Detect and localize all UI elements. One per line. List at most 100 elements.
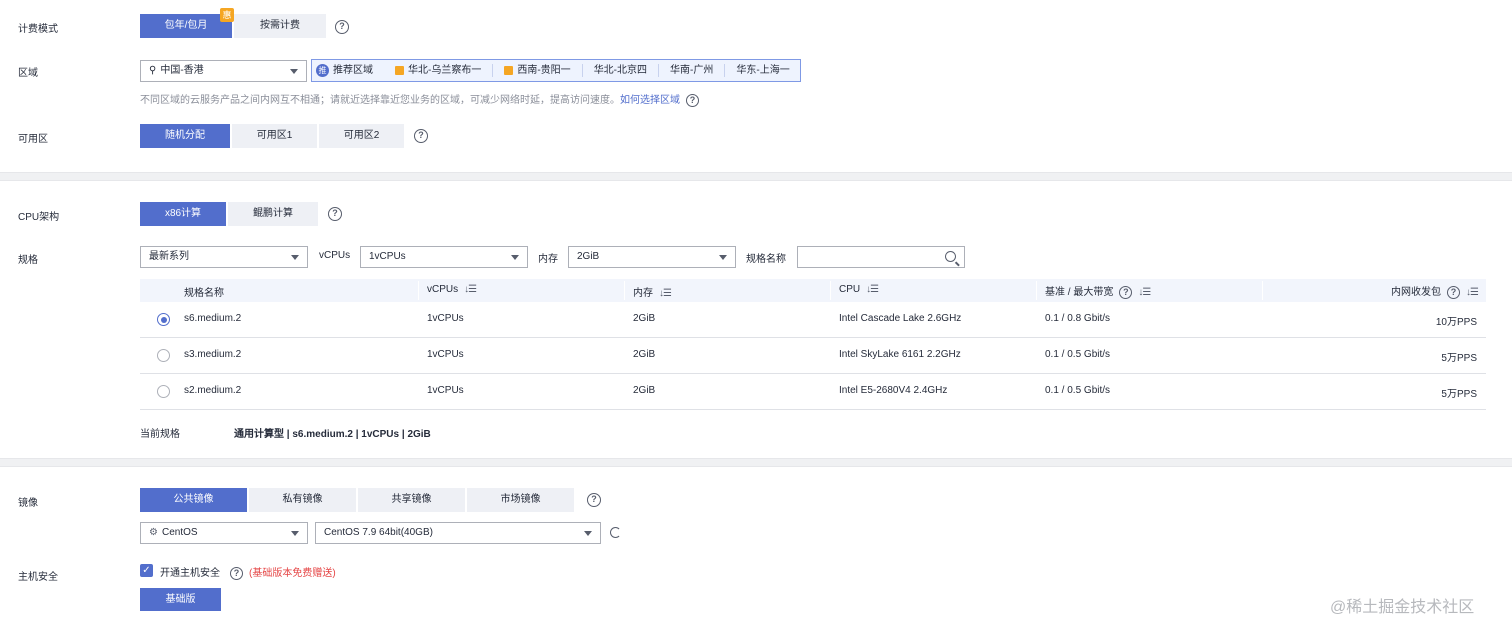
region-option-label: 华东-上海一	[736, 65, 790, 76]
cpu-arch-help-icon[interactable]: ?	[328, 207, 342, 221]
memory-select[interactable]: 2GiB	[568, 246, 736, 268]
how-to-choose-region-link[interactable]: 如何选择区域	[620, 95, 680, 106]
host-security-checkbox[interactable]: ✓	[140, 564, 153, 577]
series-select[interactable]: 最新系列	[140, 246, 308, 268]
spec-name-search-input[interactable]	[797, 246, 965, 268]
column-divider	[1036, 281, 1037, 300]
current-spec-value: 通用计算型 | s6.medium.2 | 1vCPUs | 2GiB	[234, 429, 431, 440]
section-basic: 计费模式 包年/包月 按需计费 惠 ? 区域 ⚲ 中国-香港 推 推荐区域 华北-…	[0, 0, 1512, 172]
az-help-icon[interactable]: ?	[414, 129, 428, 143]
region-option-wulanchabu[interactable]: 华北-乌兰察布一	[384, 64, 494, 77]
az-option-1[interactable]: 可用区1	[232, 124, 317, 148]
cell-memory: 2GiB	[633, 349, 656, 360]
cpu-arch-option-kunpeng[interactable]: 鲲鹏计算	[228, 202, 318, 226]
az-option-random[interactable]: 随机分配	[140, 124, 230, 148]
az-option-2[interactable]: 可用区2	[319, 124, 404, 148]
col-header-bandwidth[interactable]: 基准 / 最大带宽? ↓☰	[1045, 283, 1151, 299]
spec-name-filter-label: 规格名称	[746, 254, 786, 265]
chevron-down-icon	[291, 531, 299, 536]
table-row[interactable]: s2.medium.2 1vCPUs 2GiB Intel E5-2680V4 …	[140, 374, 1486, 410]
region-option-beijing4[interactable]: 华北-北京四	[583, 64, 660, 77]
host-security-checkbox-label[interactable]: 开通主机安全	[160, 568, 220, 579]
cell-memory: 2GiB	[633, 385, 656, 396]
pps-help-icon[interactable]: ?	[1447, 285, 1461, 299]
region-option-label: 华北-乌兰察布一	[408, 65, 482, 76]
cell-spec-name: s6.medium.2	[184, 313, 242, 324]
region-option-shanghai1[interactable]: 华东-上海一	[725, 64, 800, 77]
sort-icon[interactable]: ↓☰	[866, 284, 879, 295]
billing-option-ondemand[interactable]: 按需计费	[234, 14, 326, 38]
col-header-bandwidth-label: 基准 / 最大带宽	[1045, 287, 1114, 298]
chevron-down-icon	[290, 69, 298, 74]
cpu-arch-selector: x86计算 鲲鹏计算	[140, 202, 318, 226]
recommended-regions: 推 推荐区域 华北-乌兰察布一 西南-贵阳一 华北-北京四 华南-广州 华东-上…	[311, 59, 801, 82]
cpu-arch-label: CPU架构	[18, 212, 60, 223]
spec-radio[interactable]	[157, 385, 170, 398]
spec-radio[interactable]	[157, 349, 170, 362]
spec-radio[interactable]	[157, 313, 170, 326]
cell-bandwidth: 0.1 / 0.5 Gbit/s	[1045, 349, 1111, 360]
image-option-private[interactable]: 私有镜像	[249, 488, 356, 512]
col-header-memory[interactable]: 内存 ↓☰	[633, 284, 672, 299]
section-divider	[0, 458, 1512, 467]
cell-vcpus: 1vCPUs	[427, 349, 464, 360]
os-selected-value: CentOS	[161, 527, 198, 538]
region-option-guangzhou[interactable]: 华南-广州	[659, 64, 726, 77]
region-option-label: 华北-北京四	[593, 65, 648, 76]
table-row[interactable]: s3.medium.2 1vCPUs 2GiB Intel SkyLake 61…	[140, 338, 1486, 374]
billing-option-yearly[interactable]: 包年/包月	[140, 14, 232, 38]
sort-icon[interactable]: ↓☰	[659, 288, 672, 299]
region-option-label: 华南-广州	[670, 65, 714, 76]
sort-icon[interactable]: ↓☰	[1466, 287, 1479, 298]
image-option-public[interactable]: 公共镜像	[140, 488, 247, 512]
col-header-pps[interactable]: 内网收发包? ↓☰	[1391, 283, 1479, 299]
col-header-vcpus[interactable]: vCPUs ↓☰	[427, 284, 477, 295]
host-security-option: 开通主机安全? (基础版本免费赠送)	[160, 564, 336, 580]
basic-edition-button[interactable]: 基础版	[140, 588, 221, 611]
col-header-vcpus-label: vCPUs	[427, 284, 459, 295]
gear-icon: ⚙	[149, 527, 158, 538]
billing-help-icon[interactable]: ?	[335, 20, 349, 34]
cell-vcpus: 1vCPUs	[427, 313, 464, 324]
billing-label: 计费模式	[18, 24, 58, 35]
refresh-icon[interactable]	[610, 527, 621, 538]
table-row[interactable]: s6.medium.2 1vCPUs 2GiB Intel Cascade La…	[140, 302, 1486, 338]
os-version-select[interactable]: CentOS 7.9 64bit(40GB)	[315, 522, 601, 544]
cell-cpu: Intel Cascade Lake 2.6GHz	[839, 313, 962, 324]
current-spec: 当前规格 通用计算型 | s6.medium.2 | 1vCPUs | 2GiB	[140, 425, 431, 440]
col-header-name: 规格名称	[184, 288, 224, 299]
cell-pps: 10万PPS	[1435, 317, 1477, 328]
cell-pps: 5万PPS	[1441, 353, 1477, 364]
sort-icon[interactable]: ↓☰	[1138, 287, 1151, 298]
vcpus-select[interactable]: 1vCPUs	[360, 246, 528, 268]
image-option-shared[interactable]: 共享镜像	[358, 488, 465, 512]
region-select[interactable]: ⚲ 中国-香港	[140, 60, 307, 82]
os-select[interactable]: ⚙ CentOS	[140, 522, 308, 544]
vcpus-filter-label: vCPUs	[319, 250, 351, 261]
cpu-arch-option-x86[interactable]: x86计算	[140, 202, 226, 226]
region-help-icon[interactable]: ?	[686, 93, 699, 107]
gift-icon	[395, 66, 404, 75]
column-divider	[830, 281, 831, 300]
sort-icon[interactable]: ↓☰	[464, 284, 477, 295]
region-hint: 不同区域的云服务产品之间内网互不相通；请就近选择靠近您业务的区域，可减少网络时延…	[140, 91, 699, 107]
series-selected-value: 最新系列	[149, 251, 189, 262]
region-option-guiyang[interactable]: 西南-贵阳一	[493, 64, 583, 77]
cell-spec-name: s2.medium.2	[184, 385, 242, 396]
image-type-selector: 公共镜像 私有镜像 共享镜像 市场镜像	[140, 488, 574, 512]
gift-icon	[504, 66, 514, 75]
cell-vcpus: 1vCPUs	[427, 385, 464, 396]
bandwidth-help-icon[interactable]: ?	[1119, 285, 1133, 299]
col-header-cpu[interactable]: CPU ↓☰	[839, 284, 879, 295]
image-help-icon[interactable]: ?	[587, 493, 601, 507]
search-icon[interactable]	[945, 251, 956, 262]
col-header-cpu-label: CPU	[839, 284, 861, 295]
region-selected-value: 中国-香港	[160, 65, 204, 76]
cell-bandwidth: 0.1 / 0.8 Gbit/s	[1045, 313, 1111, 324]
image-option-market[interactable]: 市场镜像	[467, 488, 574, 512]
region-hint-text: 不同区域的云服务产品之间内网互不相通；请就近选择靠近您业务的区域，可减少网络时延…	[140, 95, 620, 106]
host-security-help-icon[interactable]: ?	[230, 566, 243, 580]
col-header-pps-label: 内网收发包	[1391, 287, 1442, 298]
os-version-selected-value: CentOS 7.9 64bit(40GB)	[324, 527, 433, 538]
section-divider	[0, 172, 1512, 181]
